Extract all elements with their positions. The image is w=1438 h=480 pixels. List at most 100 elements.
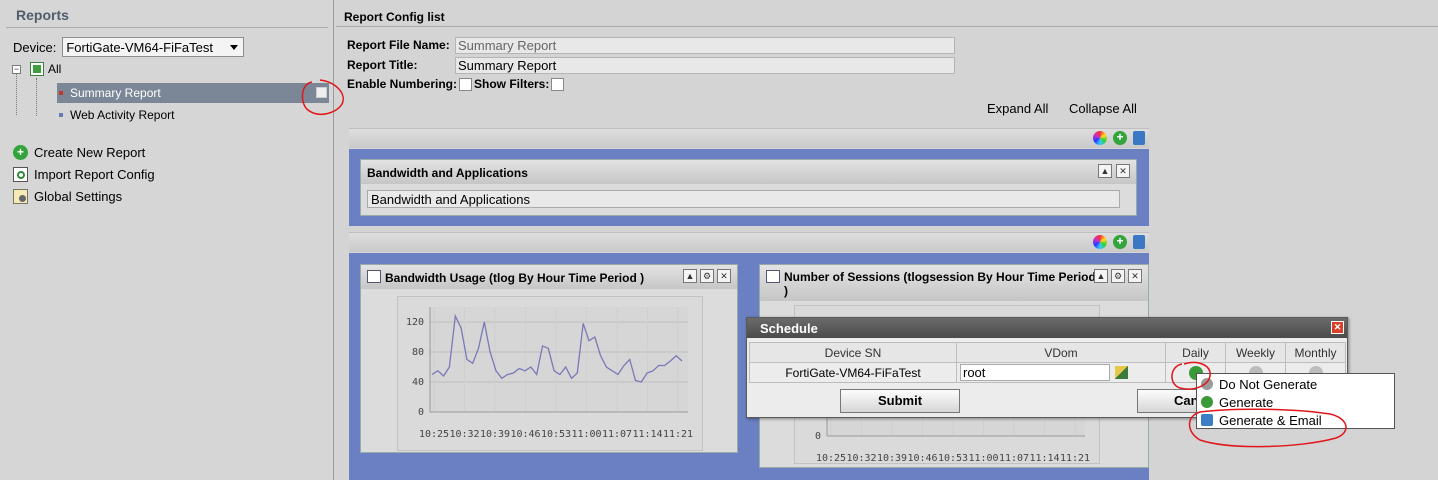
x-tick-label: 10:39 <box>480 429 510 440</box>
color-wheel-icon[interactable] <box>1093 131 1107 145</box>
menu-item-label: Generate & Email <box>1219 412 1322 428</box>
x-tick-label: 10:46 <box>907 453 937 464</box>
import-report-config-link[interactable]: Import Report Config <box>13 167 155 182</box>
vdom-input[interactable]: root <box>960 364 1110 381</box>
report-title-input[interactable]: Summary Report <box>455 57 955 74</box>
y-tick-label: 120 <box>406 317 424 328</box>
chart-panel-title: Bandwidth Usage (tlog By Hour Time Perio… <box>361 265 737 289</box>
trash-icon[interactable] <box>1133 131 1145 145</box>
email-icon <box>1201 414 1213 426</box>
column-header: Weekly <box>1225 342 1286 363</box>
schedule-option-menu: Do Not Generate Generate Generate & Emai… <box>1196 373 1395 429</box>
enable-numbering-label: Enable Numbering: <box>347 77 458 91</box>
dialog-title: Schedule <box>747 318 1347 338</box>
panel-title: Bandwidth and Applications <box>361 160 1136 184</box>
page-title: Report Config list <box>336 5 1438 27</box>
y-tick-label: 0 <box>815 431 821 442</box>
bandwidth-applications-panel: Bandwidth and Applications ▲ ✕ Bandwidth… <box>360 159 1137 216</box>
enable-numbering-checkbox[interactable] <box>459 77 473 91</box>
section-toolbar: + <box>349 232 1149 252</box>
edit-icon[interactable] <box>316 87 327 98</box>
menu-item-label: Generate <box>1219 394 1274 410</box>
trash-icon[interactable] <box>1133 235 1145 249</box>
collapse-all-link[interactable]: Collapse All <box>1069 101 1137 116</box>
close-icon[interactable]: ✕ <box>1128 269 1142 283</box>
bandwidth-usage-panel: Bandwidth Usage (tlog By Hour Time Perio… <box>360 264 738 453</box>
import-report-config-label: Import Report Config <box>34 167 155 182</box>
device-row: Device: FortiGate-VM64-FiFaTest <box>13 37 245 57</box>
x-tick-label: 10:25 <box>816 453 846 464</box>
x-tick-label: 10:53 <box>541 429 571 440</box>
gear-icon[interactable]: ⚙ <box>700 269 714 283</box>
device-select[interactable]: FortiGate-VM64-FiFaTest <box>62 37 245 57</box>
show-filters-label: Show Filters: <box>474 77 550 91</box>
x-tick-label: 10:39 <box>877 453 907 464</box>
global-settings-link[interactable]: Global Settings <box>13 189 122 204</box>
x-tick-label: 11:07 <box>999 453 1029 464</box>
global-settings-label: Global Settings <box>34 189 123 204</box>
import-icon <box>13 167 28 182</box>
menu-item-generate[interactable]: Generate <box>1201 393 1273 411</box>
report-folder-icon <box>30 62 44 76</box>
expand-all-link[interactable]: Expand All <box>987 101 1048 116</box>
menu-item-label: Do Not Generate <box>1219 376 1318 392</box>
report-title-label: Report Title: <box>347 58 418 72</box>
sidebar-title: Reports <box>6 0 328 28</box>
x-tick-label: 10:46 <box>510 429 540 440</box>
x-tick-label: 10:53 <box>938 453 968 464</box>
submit-button[interactable]: Submit <box>840 389 960 413</box>
tree-connector <box>16 73 17 115</box>
y-tick-label: 40 <box>412 377 424 388</box>
section-bandwidth-applications: Bandwidth and Applications ▲ ✕ Bandwidth… <box>349 149 1149 226</box>
tree-item-summary-report[interactable]: Summary Report <box>57 83 329 103</box>
color-wheel-icon[interactable] <box>1093 235 1107 249</box>
gear-icon[interactable]: ⚙ <box>1111 269 1125 283</box>
line-chart-icon <box>766 270 780 283</box>
column-header: Daily <box>1165 342 1226 363</box>
section-toolbar: + <box>349 128 1149 148</box>
plot-area <box>430 307 688 412</box>
close-icon[interactable]: ✕ <box>717 269 731 283</box>
close-icon[interactable]: ✕ <box>1116 164 1130 178</box>
create-new-report-label: Create New Report <box>34 145 146 160</box>
tree-item-label: Web Activity Report <box>70 108 175 122</box>
file-name-input[interactable]: Summary Report <box>455 37 955 54</box>
menu-item-do-not-generate[interactable]: Do Not Generate <box>1201 375 1317 393</box>
panel-text-input[interactable]: Bandwidth and Applications <box>367 190 1120 208</box>
add-icon: + <box>13 145 28 160</box>
add-icon[interactable]: + <box>1113 131 1127 145</box>
x-tick-label: 11:21 <box>663 429 693 440</box>
x-tick-label: 10:32 <box>846 453 876 464</box>
close-icon[interactable]: ✕ <box>1331 321 1344 334</box>
tree-item-web-activity-report[interactable]: Web Activity Report <box>57 105 174 125</box>
check-green-icon <box>1201 396 1213 408</box>
schedule-header-row: Device SN VDom Daily Weekly Monthly <box>749 342 1346 363</box>
x-tick-label: 11:00 <box>968 453 998 464</box>
column-header: VDom <box>956 342 1166 363</box>
x-tick-label: 11:14 <box>1029 453 1059 464</box>
tree-connector <box>36 78 37 116</box>
menu-item-generate-email[interactable]: Generate & Email <box>1201 411 1322 429</box>
move-up-icon[interactable]: ▲ <box>683 269 697 283</box>
create-new-report-link[interactable]: + Create New Report <box>13 145 145 160</box>
x-tick-label: 11:07 <box>602 429 632 440</box>
options-row: Enable Numbering: Show Filters: <box>347 77 566 91</box>
reports-sidebar: Reports Device: FortiGate-VM64-FiFaTest … <box>0 0 334 480</box>
device-label: Device: <box>13 39 57 55</box>
edit-icon[interactable] <box>1115 366 1129 379</box>
report-bullet-icon <box>59 91 63 95</box>
bandwidth-chart: 0 40 80 120 10:25 10:32 10:39 10:46 10:53 11:00 11… <box>397 296 703 451</box>
add-icon[interactable]: + <box>1113 235 1127 249</box>
move-up-icon[interactable]: ▲ <box>1098 164 1112 178</box>
report-bullet-icon <box>59 113 63 117</box>
y-tick-label: 0 <box>418 407 424 418</box>
file-name-label: Report File Name: <box>347 38 450 52</box>
show-filters-checkbox[interactable] <box>551 77 565 91</box>
x-tick-label: 11:21 <box>1060 453 1090 464</box>
chart-title-line1: Number of Sessions (tlogsession By Hour … <box>784 270 1096 284</box>
tree-root-all[interactable]: − All <box>12 62 61 76</box>
move-up-icon[interactable]: ▲ <box>1094 269 1108 283</box>
column-header: Device SN <box>749 342 957 363</box>
settings-icon <box>13 189 28 204</box>
bandwidth-line-chart: 0408012010:25 10:32 10:39 10:46 10:53 11:00 11… <box>406 307 693 440</box>
